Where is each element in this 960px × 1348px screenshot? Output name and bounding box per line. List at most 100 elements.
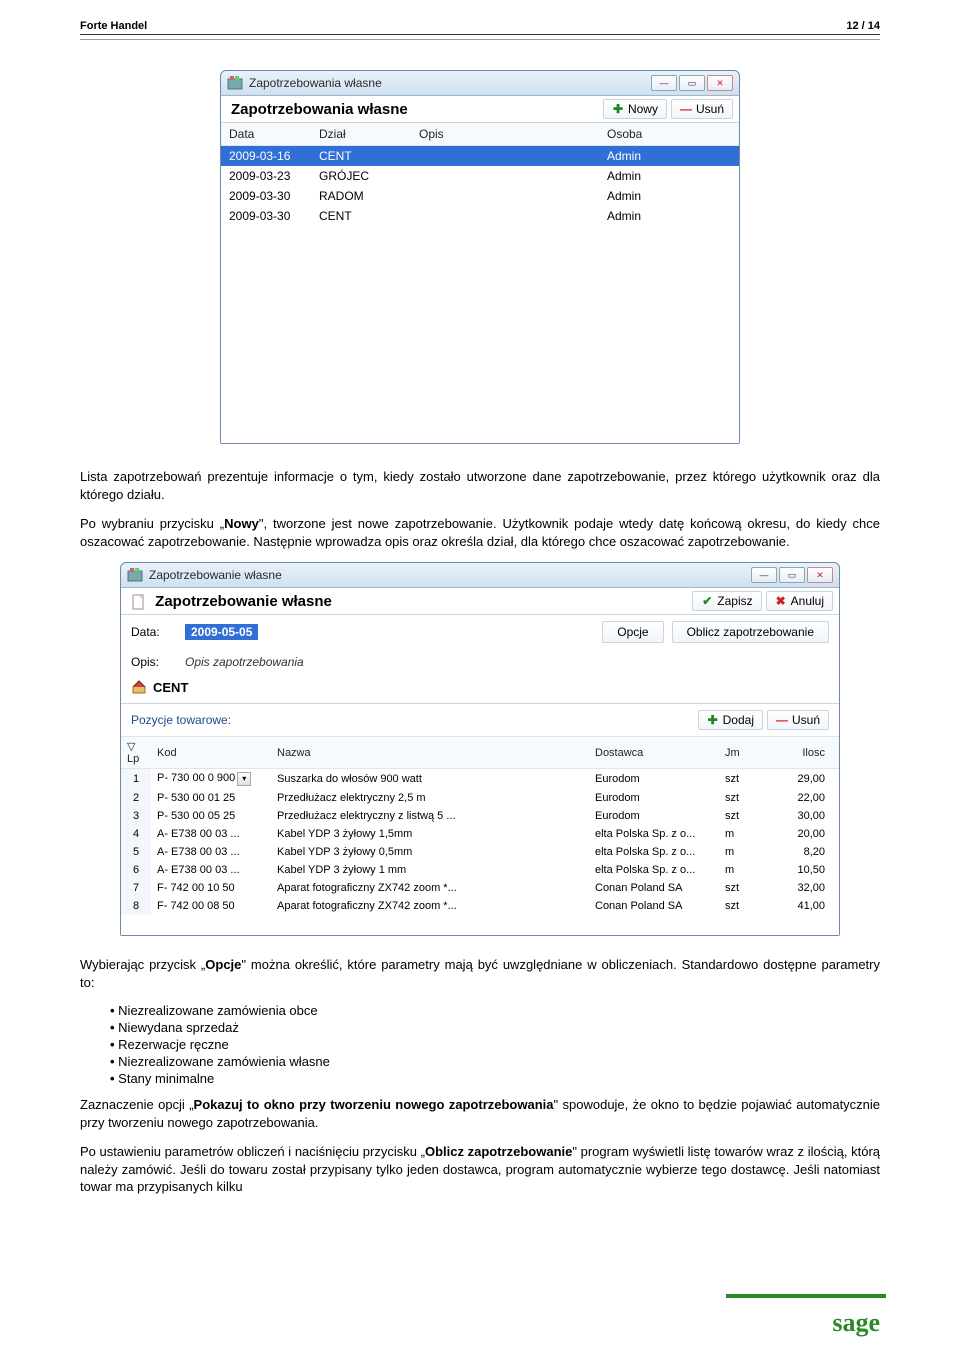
col-name[interactable]: Nazwa (271, 737, 589, 769)
maximize-button[interactable]: ▭ (779, 567, 805, 583)
table-row[interactable]: 7F- 742 00 10 50Aparat fotograficzny ZX7… (121, 879, 839, 897)
minimize-button[interactable]: — (751, 567, 777, 583)
col-supplier[interactable]: Dostawca (589, 737, 719, 769)
table-cell: CENT (311, 206, 411, 226)
table-cell: 1 (121, 769, 151, 790)
table-cell: A- E738 00 03 ... (151, 843, 271, 861)
table-cell: 2 (121, 789, 151, 807)
col-code[interactable]: Kod (151, 737, 271, 769)
list-item: Niezrealizowane zamówienia obce (110, 1003, 880, 1018)
table-cell: P- 730 00 0 900▾ (151, 769, 271, 790)
table-cell: Suszarka do włosów 900 watt (271, 769, 589, 790)
table-cell: Conan Poland SA (589, 879, 719, 897)
close-button[interactable]: ✕ (707, 75, 733, 91)
table-row[interactable]: 2009-03-30RADOMAdmin (221, 186, 739, 206)
table-cell (411, 186, 599, 206)
table-cell: CENT (311, 146, 411, 167)
table-cell: 2009-03-30 (221, 186, 311, 206)
desc-field[interactable]: Opis zapotrzebowania (185, 655, 304, 669)
table-cell: Eurodom (589, 807, 719, 825)
table-row[interactable]: 1P- 730 00 0 900▾Suszarka do włosów 900 … (121, 769, 839, 790)
x-icon: ✖ (775, 595, 787, 607)
department-field[interactable]: CENT (153, 680, 188, 695)
minimize-button[interactable]: — (651, 75, 677, 91)
window-toolbar: Zapotrzebowania własne ✚ Nowy — Usuń (221, 96, 739, 123)
new-button-label: Nowy (628, 102, 658, 116)
list-item: Niewydana sprzedaż (110, 1020, 880, 1035)
delete-button-label: Usuń (792, 713, 820, 727)
cancel-button[interactable]: ✖ Anuluj (766, 591, 833, 611)
table-cell: elta Polska Sp. z o... (589, 825, 719, 843)
col-unit[interactable]: Jm (719, 737, 769, 769)
paragraph: Lista zapotrzebowań prezentuje informacj… (80, 468, 880, 503)
col-person[interactable]: Osoba (599, 123, 739, 146)
table-cell: elta Polska Sp. z o... (589, 843, 719, 861)
list-item: Niezrealizowane zamówienia własne (110, 1054, 880, 1069)
table-cell (411, 166, 599, 186)
window-request-detail: Zapotrzebowanie własne — ▭ ✕ Zapotrzebow… (120, 562, 840, 936)
table-cell: szt (719, 879, 769, 897)
toolbar-title: Zapotrzebowania własne (227, 101, 599, 118)
table-row[interactable]: 8F- 742 00 08 50Aparat fotograficzny ZX7… (121, 897, 839, 915)
list-item: Stany minimalne (110, 1071, 880, 1086)
table-cell: 41,00 (769, 897, 839, 915)
save-button[interactable]: ✔ Zapisz (692, 591, 761, 611)
page-footer: sage (0, 1268, 960, 1348)
delete-button[interactable]: — Usuń (671, 99, 733, 119)
table-cell: 30,00 (769, 807, 839, 825)
dropdown-icon[interactable]: ▾ (237, 772, 251, 786)
table-row[interactable]: 6A- E738 00 03 ...Kabel YDP 3 żyłowy 1 m… (121, 861, 839, 879)
col-qty[interactable]: Ilosc (769, 737, 839, 769)
table-row[interactable]: 3P- 530 00 05 25Przedłużacz elektryczny … (121, 807, 839, 825)
delete-button[interactable]: — Usuń (767, 710, 829, 730)
options-button[interactable]: Opcje (602, 621, 663, 643)
add-button-label: Dodaj (723, 713, 754, 727)
table-cell: m (719, 843, 769, 861)
minus-icon: — (776, 714, 788, 726)
col-date[interactable]: Data (221, 123, 311, 146)
table-cell: Eurodom (589, 789, 719, 807)
add-button[interactable]: ✚ Dodaj (698, 710, 763, 730)
table-cell: 8 (121, 897, 151, 915)
col-dept[interactable]: Dział (311, 123, 411, 146)
minus-icon: — (680, 103, 692, 115)
maximize-button[interactable]: ▭ (679, 75, 705, 91)
table-cell: A- E738 00 03 ... (151, 861, 271, 879)
list-item: Rezerwacje ręczne (110, 1037, 880, 1052)
date-field[interactable]: 2009-05-05 (185, 624, 258, 640)
toolbar-title: Zapotrzebowanie własne (127, 593, 688, 610)
table-row[interactable]: 5A- E738 00 03 ...Kabel YDP 3 żyłowy 0,5… (121, 843, 839, 861)
calculate-button[interactable]: Oblicz zapotrzebowanie (672, 621, 829, 643)
table-row[interactable]: 2009-03-16CENTAdmin (221, 146, 739, 167)
table-cell (411, 206, 599, 226)
delete-button-label: Usuń (696, 102, 724, 116)
app-icon (227, 75, 243, 91)
table-cell: szt (719, 789, 769, 807)
table-cell: elta Polska Sp. z o... (589, 861, 719, 879)
col-desc[interactable]: Opis (411, 123, 599, 146)
window-requests-list: Zapotrzebowania własne — ▭ ✕ Zapotrzebow… (220, 70, 740, 444)
table-cell: 10,50 (769, 861, 839, 879)
table-row[interactable]: 2009-03-30CENTAdmin (221, 206, 739, 226)
table-cell: A- E738 00 03 ... (151, 825, 271, 843)
table-row[interactable]: 2P- 530 00 01 25Przedłużacz elektryczny … (121, 789, 839, 807)
table-cell: Kabel YDP 3 żyłowy 1 mm (271, 861, 589, 879)
new-button[interactable]: ✚ Nowy (603, 99, 667, 119)
plus-icon: ✚ (612, 103, 624, 115)
table-row[interactable]: 4A- E738 00 03 ...Kabel YDP 3 żyłowy 1,5… (121, 825, 839, 843)
cancel-button-label: Anuluj (791, 594, 824, 608)
table-cell: szt (719, 769, 769, 790)
close-button[interactable]: ✕ (807, 567, 833, 583)
table-cell: P- 530 00 05 25 (151, 807, 271, 825)
table-cell: Admin (599, 206, 739, 226)
table-cell: 5 (121, 843, 151, 861)
table-cell: Eurodom (589, 769, 719, 790)
col-lp[interactable]: ▽ Lp (121, 737, 151, 769)
table-cell: Przedłużacz elektryczny 2,5 m (271, 789, 589, 807)
document-header: Forte Handel 12 / 14 (80, 20, 880, 35)
desc-label: Opis: (131, 655, 177, 669)
table-cell: Przedłużacz elektryczny z listwą 5 ... (271, 807, 589, 825)
table-cell: 22,00 (769, 789, 839, 807)
app-icon (127, 567, 143, 583)
table-row[interactable]: 2009-03-23GRÓJECAdmin (221, 166, 739, 186)
